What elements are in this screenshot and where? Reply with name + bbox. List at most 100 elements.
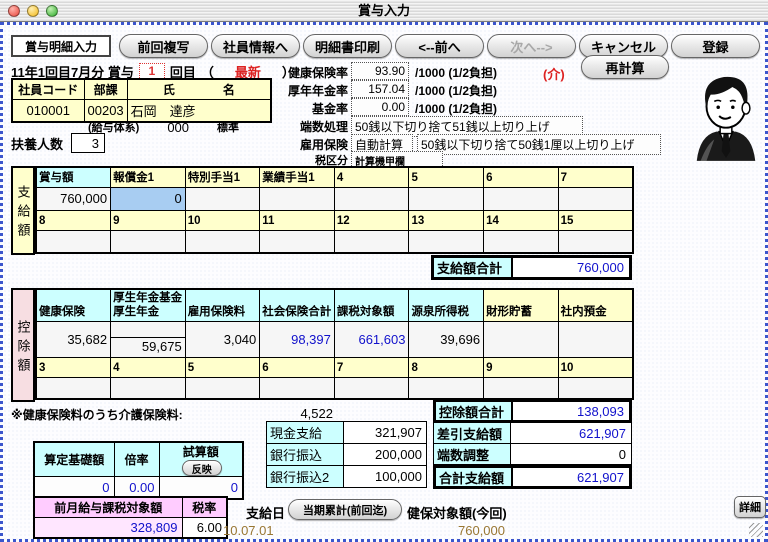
close-window-icon[interactable] <box>8 5 20 17</box>
employee-info-button[interactable]: 社員情報へ <box>211 34 300 58</box>
deduction-header-cell: 課税対象額 <box>334 289 409 321</box>
deduction-header-cell: 源泉所得税 <box>409 289 484 321</box>
payment-header-cell: 4 <box>334 167 409 187</box>
deduction-value-cell[interactable] <box>409 377 484 399</box>
totals-row-value: 621,907 <box>511 423 631 443</box>
deduction-value-cell: 661,603 <box>334 321 409 357</box>
payment-header-cell: 特別手当1 <box>185 167 260 187</box>
payment-value-cell[interactable] <box>334 230 409 253</box>
fund-rate-note: /1000 (1/2負担) <box>415 100 497 117</box>
pay-date-value: 10.07.01 <box>223 523 274 538</box>
deduction-split-top[interactable] <box>111 322 185 338</box>
health-rate-field[interactable]: 93.90 <box>351 62 409 80</box>
deduction-header-cell: 財形貯蓄 <box>484 289 559 321</box>
deductions-grid: 健康保険厚生年金基金 厚生年金雇用保険料社会保険合計課税対象額源泉所得税財形貯蓄… <box>35 288 634 400</box>
deduction-value-cell[interactable] <box>36 377 111 399</box>
deduction-split-bottom[interactable]: 59,675 <box>111 338 185 356</box>
payment-header-cell: 7 <box>558 167 633 187</box>
dependents-field[interactable]: 3 <box>71 133 105 153</box>
totals-row-value: 138,093 <box>513 402 629 420</box>
payment-value-cell[interactable] <box>36 230 111 253</box>
payment-value-cell[interactable] <box>484 230 559 253</box>
payment-value-cell[interactable] <box>185 230 260 253</box>
payment-method-row: 現金支給321,907 <box>266 421 427 444</box>
health-rate-label: 健康保険率 <box>256 64 348 81</box>
payment-header-cell: 10 <box>185 210 260 230</box>
payments-grid: 賞与額報償金1特別手当1業績手当14567760,000089101112131… <box>35 166 634 254</box>
care-insurance-mark: (介) <box>543 64 565 83</box>
deduction-value-cell[interactable] <box>185 377 260 399</box>
deduction-header-cell: 8 <box>409 357 484 377</box>
rounding-label: 端数処理 <box>256 118 348 135</box>
health-target-value: 760,000 <box>423 523 505 538</box>
fund-rate-field[interactable]: 0.00 <box>351 98 409 116</box>
payment-header-cell: 賞与額 <box>36 167 111 187</box>
tax-rate-value[interactable]: 6.00 <box>182 517 227 538</box>
title-bar[interactable]: 賞与入力 <box>0 0 768 22</box>
next-record-button[interactable]: 次へ--> <box>487 34 576 58</box>
health-rate-note: /1000 (1/2負担) <box>415 64 497 81</box>
deduction-value-cell[interactable] <box>558 377 633 399</box>
calc-trial-header: 試算額反映 <box>159 442 243 477</box>
employee-name-header: 氏 名 <box>127 79 271 100</box>
deduction-value-cell-split[interactable]: 59,675 <box>111 321 186 357</box>
payment-method-value[interactable]: 321,907 <box>344 422 426 443</box>
totals-row-label: 端数調整 <box>434 444 511 464</box>
deduction-header-cell: 厚生年金基金 厚生年金 <box>111 289 186 321</box>
payment-value-cell[interactable] <box>558 230 633 253</box>
care-insurance-note-value: 4,522 <box>243 406 333 421</box>
deduction-header-cell: 7 <box>334 357 409 377</box>
employment-insurance-label: 雇用保険 <box>256 136 348 153</box>
payment-method-value[interactable]: 100,000 <box>344 466 426 487</box>
payment-value-cell[interactable] <box>111 230 186 253</box>
deduction-header-cell: 雇用保険料 <box>185 289 260 321</box>
deduction-value-cell[interactable] <box>484 321 559 357</box>
employment-rounding-field[interactable]: 50銭以下切り捨て50銭1厘以上切り上げ <box>417 134 661 155</box>
calc-trial-header-text: 試算額 <box>183 445 219 459</box>
payment-value-cell[interactable] <box>484 187 559 210</box>
payment-value-cell[interactable]: 0 <box>111 187 186 210</box>
print-slip-button[interactable]: 明細書印刷 <box>303 34 392 58</box>
payment-value-cell[interactable] <box>558 187 633 210</box>
payment-value-cell[interactable] <box>260 187 335 210</box>
prev-month-taxable-value[interactable]: 328,809 <box>34 517 182 538</box>
prev-record-button[interactable]: <--前へ <box>395 34 484 58</box>
payment-value-cell[interactable] <box>409 230 484 253</box>
copy-previous-button[interactable]: 前回複写 <box>119 34 208 58</box>
payment-header-cell: 11 <box>260 210 335 230</box>
payment-method-value[interactable]: 200,000 <box>344 444 426 465</box>
payments-total-label: 支給額合計 <box>434 258 513 277</box>
payment-method-label: 銀行振込 <box>267 444 344 465</box>
payment-value-cell[interactable] <box>334 187 409 210</box>
payment-header-cell: 13 <box>409 210 484 230</box>
zoom-window-icon[interactable] <box>46 5 58 17</box>
deduction-value-cell[interactable] <box>260 377 335 399</box>
pension-rate-field[interactable]: 157.04 <box>351 80 409 98</box>
payment-value-cell[interactable] <box>185 187 260 210</box>
payments-total-value: 760,000 <box>513 258 629 277</box>
payment-value-cell[interactable]: 760,000 <box>36 187 111 210</box>
window-resize-handle[interactable] <box>749 523 763 537</box>
reflect-button[interactable]: 反映 <box>182 460 222 476</box>
deduction-value-cell[interactable] <box>484 377 559 399</box>
care-insurance-note-label: ※健康保険料のうち介護保険料: <box>11 406 183 423</box>
employee-table: 社員コード 部課 氏 名 010001 00203 石岡 達彦 <box>11 78 272 123</box>
payment-header-cell: 12 <box>334 210 409 230</box>
deduction-value-cell[interactable] <box>558 321 633 357</box>
salary-system-code: 000 <box>167 120 189 135</box>
deductions-section-label: 控除額 <box>11 288 35 402</box>
register-button[interactable]: 登録 <box>671 34 760 58</box>
deduction-value-cell[interactable]: 35,682 <box>36 321 111 357</box>
payment-value-cell[interactable] <box>260 230 335 253</box>
detail-button[interactable]: 詳細 <box>734 496 766 518</box>
minimize-window-icon[interactable] <box>27 5 39 17</box>
deduction-value-cell[interactable] <box>334 377 409 399</box>
payment-header-cell: 9 <box>111 210 186 230</box>
deduction-value-cell[interactable]: 3,040 <box>185 321 260 357</box>
payment-value-cell[interactable] <box>409 187 484 210</box>
payment-header-cell: 8 <box>36 210 111 230</box>
deduction-value-cell[interactable]: 39,696 <box>409 321 484 357</box>
deduction-value-cell[interactable] <box>111 377 186 399</box>
recalculate-button[interactable]: 再計算 <box>581 55 669 79</box>
cumulative-total-button[interactable]: 当期累計(前回迄) <box>288 499 402 520</box>
